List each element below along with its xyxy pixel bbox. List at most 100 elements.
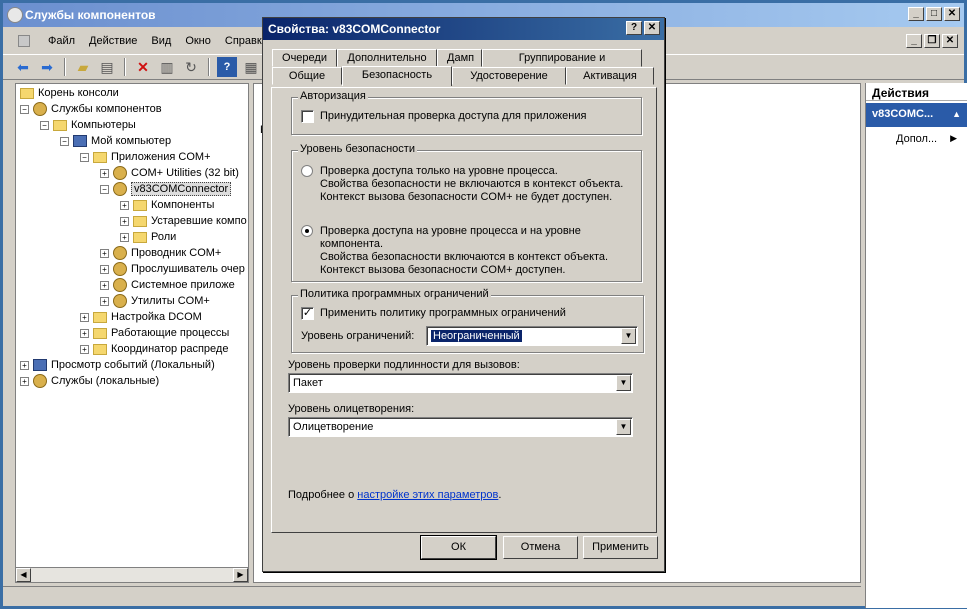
collapse-icon[interactable]: −	[40, 120, 49, 130]
tree-item[interactable]: + Работающие процессы	[80, 325, 229, 341]
expand-icon[interactable]: +	[120, 200, 129, 210]
minimize-button[interactable]: _	[908, 7, 924, 21]
restriction-level-select[interactable]: Неограниченный ▼	[426, 326, 638, 346]
menu-file[interactable]: Файл	[41, 35, 82, 47]
impersonation-select[interactable]: Олицетворение ▼	[288, 417, 633, 437]
dialog-close-button[interactable]: ✕	[644, 21, 660, 35]
back-arrow-icon[interactable]: ⬅	[13, 57, 33, 77]
expand-icon[interactable]: +	[20, 376, 29, 386]
app-icon	[7, 7, 23, 23]
tree-item[interactable]: − Мой компьютер	[60, 133, 171, 149]
folder-icon	[133, 231, 147, 243]
component-level-line4: Контекст вызова безопасности COM+ доступ…	[320, 264, 566, 276]
menu-action[interactable]: Действие	[82, 35, 144, 47]
apply-srp-checkbox[interactable]: ✓	[301, 307, 314, 320]
collapse-icon[interactable]: −	[80, 152, 89, 162]
expand-icon[interactable]: +	[100, 280, 109, 290]
com-app-icon	[113, 246, 127, 260]
tree-item[interactable]: + COM+ Utilities (32 bit)	[100, 165, 239, 181]
up-folder-icon[interactable]: ▰	[73, 57, 93, 77]
tab-activation[interactable]: Активация	[566, 67, 654, 85]
dialog-title-bar: Свойства: v83COMConnector ? ✕	[263, 18, 664, 40]
apply-button[interactable]: Применить	[583, 536, 658, 559]
tab-identity[interactable]: Удостоверение	[452, 67, 566, 85]
delete-icon[interactable]: ✕	[133, 57, 153, 77]
ok-button[interactable]: ОК	[420, 535, 497, 560]
tree-item-selected[interactable]: − v83COMConnector	[100, 181, 232, 197]
actions-selected-item[interactable]: v83COMC... ▲	[866, 103, 967, 127]
more-info-link[interactable]: настройке этих параметров	[357, 489, 498, 501]
dropdown-arrow-icon[interactable]: ▼	[616, 419, 631, 435]
actions-more[interactable]: Допол... ▶	[866, 127, 967, 145]
tree-item[interactable]: + Роли	[120, 229, 176, 245]
tree-item[interactable]: − Компьютеры	[40, 117, 136, 133]
collapse-up-icon: ▲	[952, 109, 961, 119]
tab-queues[interactable]: Очереди	[272, 49, 337, 67]
properties-icon[interactable]: ▥	[157, 57, 177, 77]
show-tree-icon[interactable]: ▤	[97, 57, 117, 77]
folder-icon	[93, 343, 107, 355]
mdi-close-button[interactable]: ✕	[942, 34, 958, 48]
menu-window[interactable]: Окно	[178, 35, 218, 47]
tree-item[interactable]: − Службы компонентов	[20, 101, 162, 117]
expand-icon[interactable]: +	[100, 168, 109, 178]
maximize-button[interactable]: □	[926, 7, 942, 21]
srp-group: Политика программных ограничений ✓ Приме…	[291, 288, 644, 353]
expand-icon[interactable]: +	[100, 248, 109, 258]
dialog-help-button[interactable]: ?	[626, 21, 642, 35]
tree-horizontal-scrollbar[interactable]: ◀ ▶	[15, 567, 249, 583]
scroll-left-icon[interactable]: ◀	[16, 568, 31, 582]
event-viewer-icon	[33, 359, 47, 371]
tree-item[interactable]: + Утилиты COM+	[100, 293, 210, 309]
tree-item[interactable]: + Проводник COM+	[100, 245, 221, 261]
enforce-access-checkbox[interactable]	[301, 110, 314, 123]
tree-item[interactable]: + Службы (локальные)	[20, 373, 159, 389]
refresh-icon[interactable]: ↻	[181, 57, 201, 77]
menu-view[interactable]: Вид	[144, 35, 178, 47]
console-icon[interactable]: ▦	[241, 57, 261, 77]
impersonation-label: Уровень олицетворения:	[288, 403, 415, 415]
tree-item[interactable]: + Координатор распреде	[80, 341, 228, 357]
expand-icon[interactable]: +	[80, 344, 89, 354]
collapse-icon[interactable]: −	[100, 184, 109, 194]
tab-dump[interactable]: Дамп	[437, 49, 482, 67]
computer-icon	[73, 135, 87, 147]
tree-item[interactable]: + Настройка DCOM	[80, 309, 202, 325]
component-level-radio[interactable]	[301, 225, 313, 237]
tree-item[interactable]: + Компоненты	[120, 197, 214, 213]
collapse-icon[interactable]: −	[60, 136, 69, 146]
expand-icon[interactable]: +	[120, 216, 129, 226]
tree-item[interactable]: − Приложения COM+	[80, 149, 211, 165]
tab-general[interactable]: Общие	[272, 67, 342, 85]
close-button[interactable]: ✕	[944, 7, 960, 21]
help-icon[interactable]: ?	[217, 57, 237, 77]
status-bar	[3, 586, 861, 606]
mdi-minimize-button[interactable]: _	[906, 34, 922, 48]
expand-icon[interactable]: +	[20, 360, 29, 370]
authorization-title: Авторизация	[298, 90, 368, 102]
expand-icon[interactable]: +	[100, 264, 109, 274]
mdi-restore-button[interactable]: ❐	[924, 34, 940, 48]
auth-level-select[interactable]: Пакет ▼	[288, 373, 633, 393]
folder-icon	[93, 311, 107, 323]
cancel-button[interactable]: Отмена	[503, 536, 578, 559]
dropdown-arrow-icon[interactable]: ▼	[616, 375, 631, 391]
expand-icon[interactable]: +	[80, 312, 89, 322]
tree-item[interactable]: Корень консоли	[20, 85, 119, 101]
collapse-icon[interactable]: −	[20, 104, 29, 114]
tree-item[interactable]: + Просмотр событий (Локальный)	[20, 357, 215, 373]
tree-item[interactable]: + Прослушиватель очер	[100, 261, 245, 277]
expand-icon[interactable]: +	[100, 296, 109, 306]
process-level-radio[interactable]	[301, 165, 313, 177]
tab-advanced[interactable]: Дополнительно	[337, 49, 437, 67]
tree-item[interactable]: + Устаревшие компо	[120, 213, 247, 229]
forward-arrow-icon[interactable]: ➡	[37, 57, 57, 77]
dropdown-arrow-icon[interactable]: ▼	[621, 328, 636, 344]
expand-icon[interactable]: +	[80, 328, 89, 338]
tab-pooling-recycling[interactable]: Группирование и перезапуск	[482, 49, 642, 76]
component-services-icon	[33, 102, 47, 116]
tab-security[interactable]: Безопасность	[342, 66, 452, 86]
expand-icon[interactable]: +	[120, 232, 129, 242]
tree-item[interactable]: + Системное приложе	[100, 277, 235, 293]
scroll-right-icon[interactable]: ▶	[233, 568, 248, 582]
